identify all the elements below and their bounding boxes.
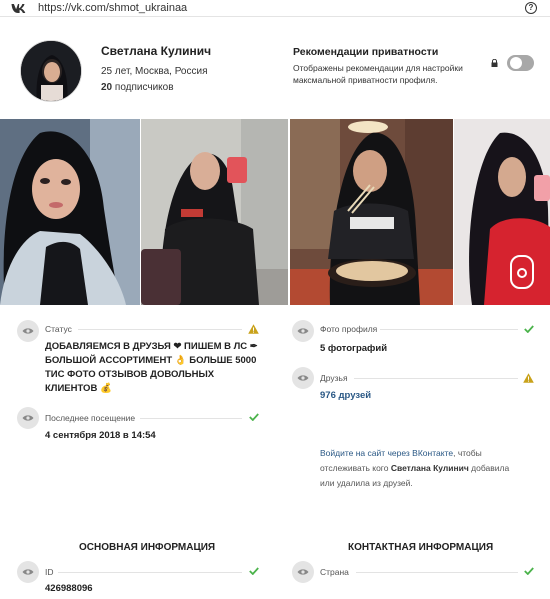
profile-photo-2[interactable] (141, 119, 288, 305)
login-note-name: Светлана Кулинич (390, 463, 469, 473)
camera-shutter-icon[interactable] (510, 255, 534, 289)
toggle-knob (510, 57, 522, 69)
check-icon (524, 325, 534, 333)
check-icon (524, 567, 534, 575)
vk-logo-icon (11, 4, 26, 13)
last-seen-label: Последнее посещение (45, 413, 136, 423)
eye-icon (292, 320, 314, 342)
profile-photo-label: Фото профиля (320, 324, 378, 334)
divider (78, 329, 242, 330)
eye-icon (292, 561, 314, 583)
eye-icon (17, 561, 39, 583)
subscribers-label: подписчиков (114, 82, 174, 93)
divider (354, 378, 518, 379)
eye-icon (292, 367, 314, 389)
privacy-toggle[interactable] (507, 55, 534, 71)
profile-photo-4[interactable] (454, 119, 550, 305)
login-link[interactable]: Войдите на сайт через ВКонтакте (320, 448, 453, 458)
login-note: Войдите на сайт через ВКонтакте, чтобы о… (320, 446, 520, 491)
profile-age-city: 25 лет, Москва, Россия (101, 66, 208, 77)
friends-label: Друзья (320, 373, 348, 383)
lock-icon (491, 59, 498, 67)
id-value: 426988096 (45, 583, 93, 594)
profile-photo-value: 5 фотографий (320, 343, 388, 354)
avatar[interactable] (20, 40, 82, 102)
subscribers-count: 20 подписчиков (101, 82, 174, 93)
last-seen-value: 4 сентября 2018 в 14:54 (45, 430, 156, 441)
eye-icon (17, 320, 39, 342)
shutter-dot (517, 268, 527, 278)
status-label: Статус (45, 324, 72, 334)
friends-link[interactable]: 976 друзей (320, 390, 371, 401)
divider (380, 329, 518, 330)
profile-photo-1[interactable] (0, 119, 140, 305)
status-text: ДОБАВЛЯЕМСЯ В ДРУЗЬЯ ❤ ПИШЕМ В ЛС ✒ БОЛЬ… (45, 341, 258, 394)
profile-photo-3[interactable] (290, 119, 453, 305)
profile-name: Светлана Кулинич (101, 44, 212, 58)
check-icon (249, 567, 259, 575)
privacy-title: Рекомендации приватности (293, 46, 439, 58)
main-info-title: ОСНОВНАЯ ИНФОРМАЦИЯ (79, 542, 216, 553)
address-bar: https://vk.com/shmot_ukrainaa ? (0, 0, 550, 17)
warning-icon (248, 324, 259, 334)
contact-info-title: КОНТАКТНАЯ ИНФОРМАЦИЯ (348, 542, 494, 553)
help-icon[interactable]: ? (525, 2, 537, 14)
warning-icon (523, 373, 534, 383)
eye-icon (17, 407, 39, 429)
country-label: Страна (320, 567, 349, 577)
check-icon (249, 413, 259, 421)
url-text[interactable]: https://vk.com/shmot_ukrainaa (38, 2, 187, 14)
subscribers-number: 20 (101, 82, 113, 93)
privacy-description: Отображены рекомендации для настройки ма… (293, 63, 463, 85)
id-label: ID (45, 567, 54, 577)
divider (58, 572, 242, 573)
divider (356, 572, 518, 573)
divider (140, 418, 242, 419)
